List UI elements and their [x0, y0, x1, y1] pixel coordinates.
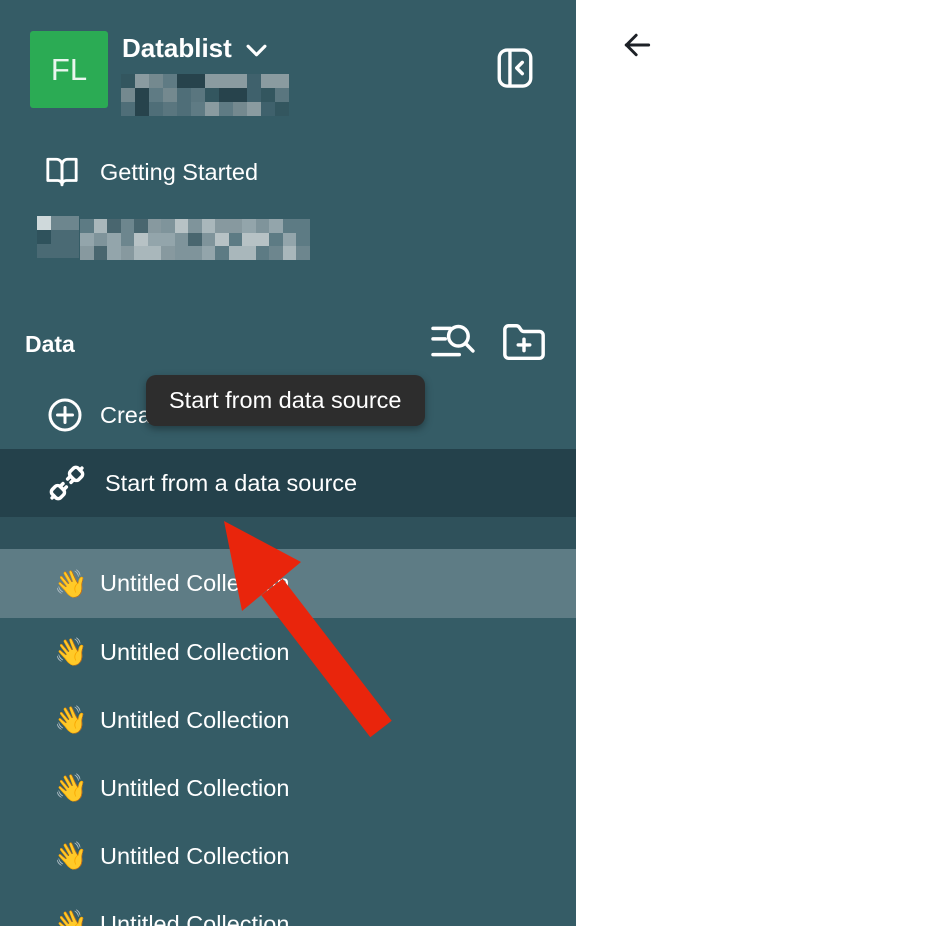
data-section-header: Data: [25, 331, 75, 358]
collection-item[interactable]: 👋 Untitled Collection: [0, 754, 576, 822]
chevron-down-icon: [246, 44, 267, 57]
plug-icon: [45, 461, 89, 505]
collapse-sidebar-button[interactable]: [497, 47, 533, 89]
redacted-nav-item[interactable]: [30, 210, 320, 264]
collection-label: Untitled Collection: [100, 775, 289, 802]
collection-label: Untitled Collection: [100, 911, 289, 926]
screen: FL Datablist Getting St: [0, 0, 936, 926]
collection-item[interactable]: 👋 Untitled Collection: [0, 549, 576, 618]
collapse-sidebar-icon: [497, 47, 533, 89]
getting-started-label: Getting Started: [100, 159, 258, 186]
waving-hand-emoji: 👋: [54, 772, 100, 804]
waving-hand-emoji: 👋: [54, 908, 100, 926]
waving-hand-emoji: 👋: [54, 704, 100, 736]
collection-label: Untitled Collection: [100, 707, 289, 734]
sidebar: FL Datablist Getting St: [0, 0, 576, 926]
search-list-icon: [431, 324, 477, 359]
collection-label: Untitled Collection: [100, 639, 289, 666]
tooltip: Start from data source: [146, 375, 425, 426]
collection-item[interactable]: 👋 Untitled Collection: [0, 618, 576, 686]
start-from-source-label: Start from a data source: [105, 470, 357, 497]
section-divider-band: [0, 517, 576, 549]
workspace-avatar[interactable]: FL: [30, 31, 108, 108]
waving-hand-emoji: 👋: [54, 636, 100, 668]
collection-label: Untitled Collection: [100, 843, 289, 870]
new-folder-button[interactable]: [501, 320, 547, 366]
main-panel: [576, 0, 936, 926]
nav-getting-started[interactable]: Getting Started: [0, 147, 576, 197]
collection-item[interactable]: 👋 Untitled Collection: [0, 686, 576, 754]
collection-item[interactable]: 👋 Untitled Collection: [0, 822, 576, 890]
waving-hand-emoji: 👋: [54, 568, 100, 600]
avatar-initials: FL: [51, 52, 87, 88]
back-button[interactable]: [619, 26, 655, 64]
search-collections-button[interactable]: [431, 324, 477, 359]
collection-item[interactable]: 👋 Untitled Collection: [0, 890, 576, 926]
folder-plus-icon: [501, 320, 547, 366]
plus-circle-icon: [47, 397, 83, 433]
waving-hand-emoji: 👋: [54, 840, 100, 872]
book-open-icon: [45, 155, 79, 189]
collections-list: 👋 Untitled Collection 👋 Untitled Collect…: [0, 549, 576, 926]
redacted-workspace-name: [121, 74, 289, 116]
collection-label: Untitled Collection: [100, 570, 289, 597]
arrow-left-icon: [619, 26, 655, 64]
app-title[interactable]: Datablist: [122, 33, 232, 64]
menu-start-from-data-source[interactable]: Start from a data source: [0, 449, 576, 517]
tooltip-text: Start from data source: [169, 387, 402, 414]
